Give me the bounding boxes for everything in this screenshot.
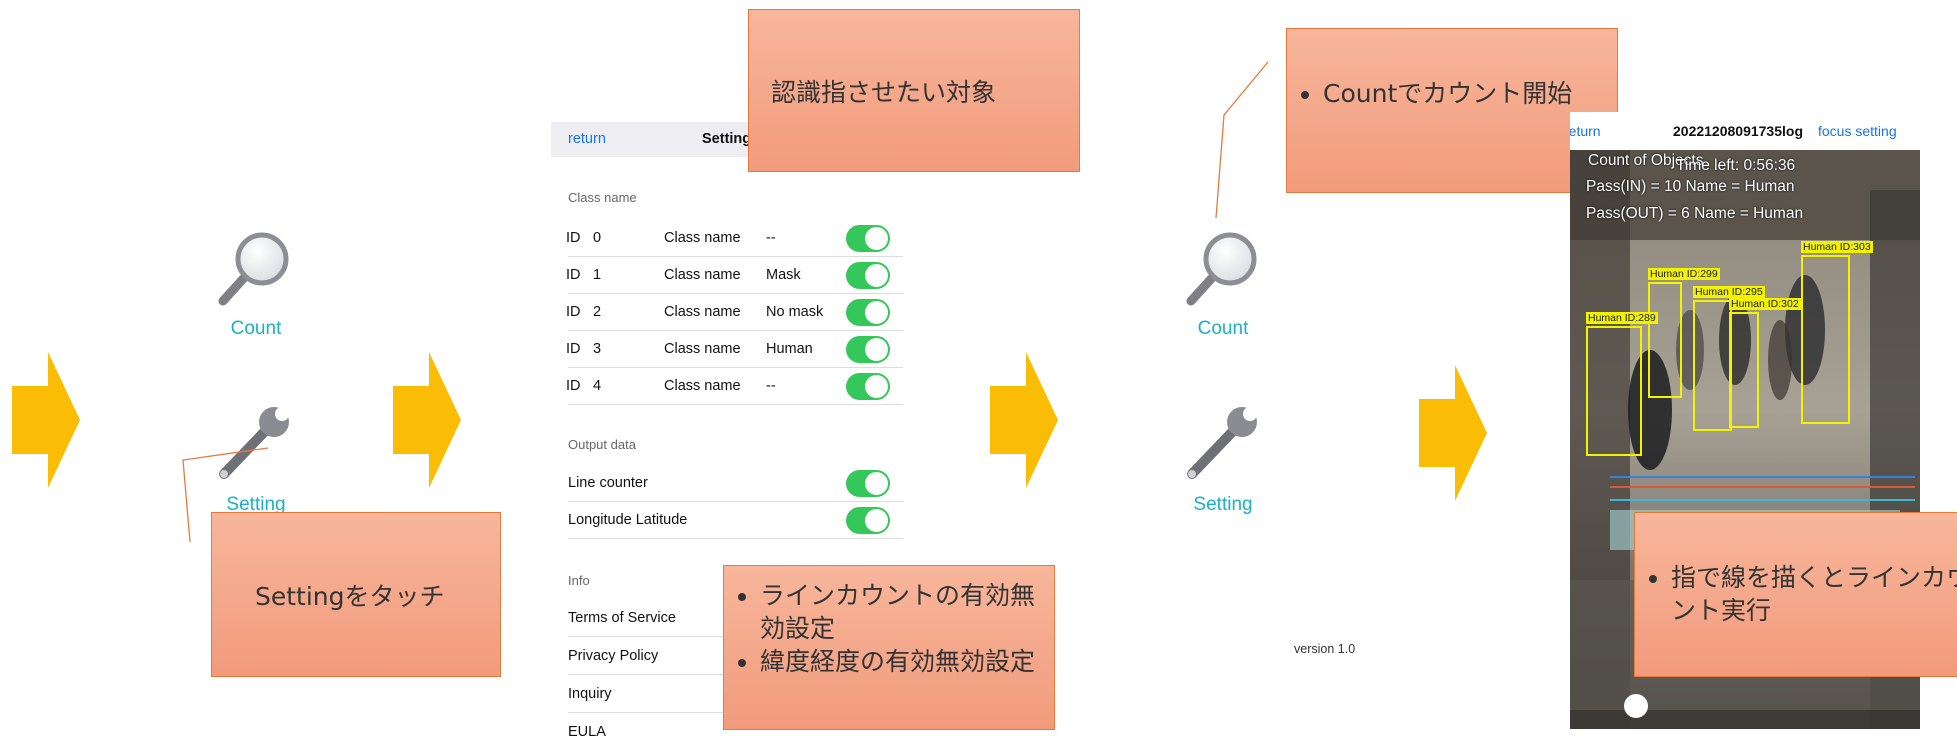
class-name-label: Class name bbox=[664, 267, 741, 283]
class-row: ID 2 Class name No mask bbox=[551, 294, 903, 331]
callout-list-item: 指で線を描くとラインカウント実行 bbox=[1671, 561, 1957, 627]
setting-label[interactable]: Setting bbox=[1158, 494, 1288, 516]
class-name-value[interactable]: Human bbox=[766, 341, 813, 357]
callout-list: 指で線を描くとラインカウント実行 bbox=[1635, 561, 1957, 627]
class-toggle[interactable] bbox=[846, 262, 890, 289]
detection-box: Human ID:303 bbox=[1801, 241, 1873, 424]
section-output-data: Output data bbox=[568, 437, 636, 452]
info-item-terms[interactable]: Terms of Service bbox=[568, 610, 676, 626]
pass-out-text: Pass(OUT) = 6 Name = Human bbox=[1586, 205, 1804, 222]
class-toggle[interactable] bbox=[846, 225, 890, 252]
class-name-label: Class name bbox=[664, 230, 741, 246]
class-id: 2 bbox=[593, 304, 602, 320]
id-label: ID bbox=[566, 230, 581, 246]
class-name-value[interactable]: -- bbox=[766, 230, 776, 246]
pass-in-text: Pass(IN) = 10 Name = Human bbox=[1586, 178, 1795, 195]
detection-box: Human ID:302 bbox=[1729, 298, 1801, 428]
detection-label: Human ID:299 bbox=[1648, 268, 1720, 280]
row-divider bbox=[568, 538, 903, 539]
camera-top-bar: return 20221208091735log focus setting bbox=[1570, 112, 1920, 150]
class-name-label: Class name bbox=[664, 341, 741, 357]
version-text: version 1.0 bbox=[1294, 642, 1356, 656]
line-counter-row: Line counter bbox=[551, 465, 903, 502]
detection-label: Human ID:302 bbox=[1729, 298, 1801, 310]
callout-list: Countでカウント開始 bbox=[1287, 77, 1617, 111]
count-label[interactable]: Count bbox=[1158, 318, 1288, 340]
callout-list-item: ラインカウントの有効無効設定 bbox=[760, 579, 1054, 645]
class-toggle[interactable] bbox=[846, 373, 890, 400]
class-id: 3 bbox=[593, 341, 602, 357]
class-id: 4 bbox=[593, 378, 602, 394]
callout-text: Settingをタッチ bbox=[255, 582, 445, 611]
longitude-latitude-toggle[interactable] bbox=[846, 507, 890, 534]
class-name-label: Class name bbox=[664, 304, 741, 320]
info-item-privacy[interactable]: Privacy Policy bbox=[568, 648, 658, 664]
class-toggle[interactable] bbox=[846, 336, 890, 363]
return-button[interactable]: return bbox=[1570, 123, 1601, 139]
class-name-label: Class name bbox=[664, 378, 741, 394]
callout-text: 認識指させたい対象 bbox=[771, 78, 997, 107]
wrench-icon[interactable] bbox=[1180, 402, 1264, 486]
id-label: ID bbox=[566, 341, 581, 357]
detection-box: Human ID:295 bbox=[1693, 286, 1765, 431]
focus-setting-button[interactable]: focus setting bbox=[1818, 123, 1897, 139]
callout-list-item: 緯度経度の有効無効設定 bbox=[760, 645, 1054, 678]
section-class-name: Class name bbox=[568, 190, 637, 205]
class-row: ID 3 Class name Human bbox=[551, 331, 903, 368]
class-id: 1 bbox=[593, 267, 602, 283]
line-counter-label: Line counter bbox=[568, 475, 648, 491]
detection-label: Human ID:289 bbox=[1586, 312, 1658, 324]
class-name-value[interactable]: Mask bbox=[766, 267, 801, 283]
info-item-inquiry[interactable]: Inquiry bbox=[568, 686, 612, 702]
id-label: ID bbox=[566, 267, 581, 283]
return-button[interactable]: return bbox=[568, 131, 606, 147]
magnifier-icon[interactable] bbox=[1183, 225, 1265, 307]
callout-list: ラインカウントの有効無効設定 緯度経度の有効無効設定 bbox=[724, 579, 1054, 678]
callout-toggles: ラインカウントの有効無効設定 緯度経度の有効無効設定 bbox=[723, 565, 1055, 730]
detection-box: Human ID:289 bbox=[1586, 312, 1658, 456]
callout-draw-line: 指で線を描くとラインカウント実行 bbox=[1634, 512, 1957, 677]
time-left-text: Time left: 0:56:36 bbox=[1676, 157, 1796, 174]
longitude-latitude-label: Longitude Latitude bbox=[568, 512, 688, 528]
callout-target: 認識指させたい対象 bbox=[748, 9, 1080, 172]
id-label: ID bbox=[566, 378, 581, 394]
section-info: Info bbox=[568, 573, 590, 588]
class-row: ID 0 Class name -- bbox=[551, 220, 903, 257]
class-name-value[interactable]: -- bbox=[766, 378, 776, 394]
class-id: 0 bbox=[593, 230, 602, 246]
class-row: ID 1 Class name Mask bbox=[551, 257, 903, 294]
callout-touch-setting: Settingをタッチ bbox=[211, 512, 501, 677]
class-name-value[interactable]: No mask bbox=[766, 304, 823, 320]
class-row: ID 4 Class name -- bbox=[551, 368, 903, 405]
detection-box: Human ID:299 bbox=[1648, 268, 1720, 398]
id-label: ID bbox=[566, 304, 581, 320]
line-counter-toggle[interactable] bbox=[846, 470, 890, 497]
class-toggle[interactable] bbox=[846, 299, 890, 326]
callout-start-count: Countでカウント開始 bbox=[1286, 28, 1618, 193]
info-item-eula[interactable]: EULA bbox=[568, 724, 606, 740]
callout-list-item: Countでカウント開始 bbox=[1323, 77, 1617, 111]
row-divider bbox=[568, 404, 903, 405]
log-name: 20221208091735log bbox=[1673, 123, 1803, 139]
longitude-latitude-row: Longitude Latitude bbox=[551, 502, 903, 539]
detection-label: Human ID:295 bbox=[1693, 286, 1765, 298]
detection-label: Human ID:303 bbox=[1801, 241, 1873, 253]
